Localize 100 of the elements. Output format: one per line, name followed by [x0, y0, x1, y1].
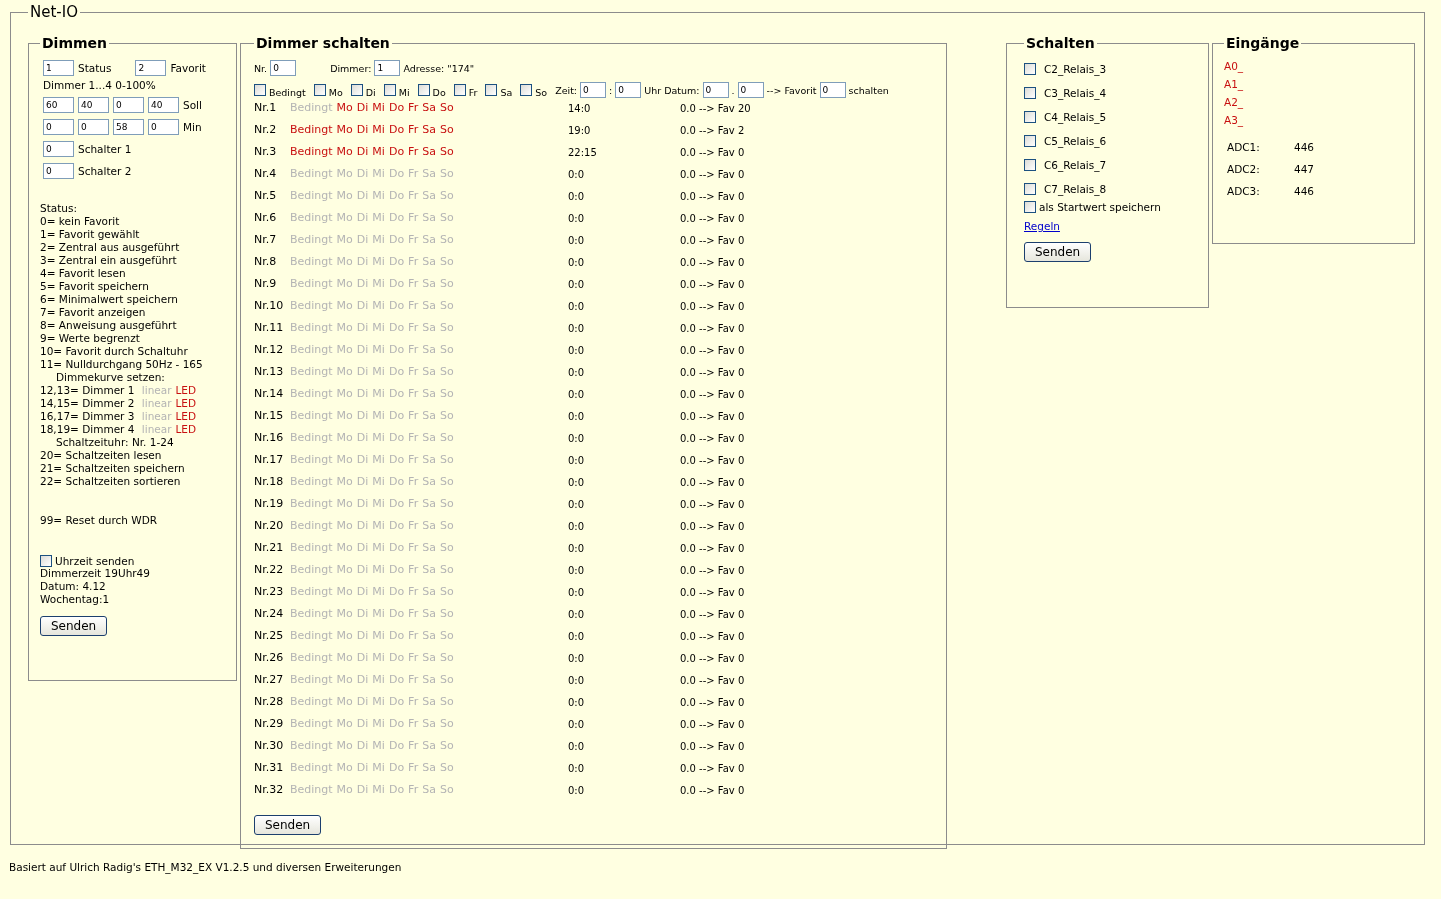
send-button[interactable]: Senden: [40, 616, 108, 636]
checkbox[interactable]: [1023, 183, 1036, 195]
send-button[interactable]: Senden: [253, 815, 322, 835]
day-label: Sa: [422, 365, 436, 378]
adc-label: ADC2:: [1226, 163, 1261, 177]
value-field[interactable]: 40: [148, 97, 179, 113]
checkbox[interactable]: [453, 84, 466, 96]
checkbox-label: Uhrzeit senden: [55, 555, 135, 567]
rules-link[interactable]: Regeln: [1023, 220, 1060, 232]
row-number: Nr.3: [253, 145, 278, 158]
value-field[interactable]: 0: [737, 82, 764, 98]
day-label: Mo: [336, 651, 353, 664]
section-title: Dimmer schalten: [254, 35, 391, 51]
checkbox[interactable]: [417, 84, 430, 96]
checkbox[interactable]: [1023, 63, 1036, 75]
value-field[interactable]: 0: [148, 119, 179, 135]
day-label: Di: [356, 255, 369, 268]
day-label: Do: [388, 497, 405, 510]
value-field[interactable]: 0: [43, 163, 74, 179]
day-label: Bedingt: [289, 585, 333, 598]
checkbox[interactable]: [383, 84, 396, 96]
value-field[interactable]: 0: [580, 82, 607, 98]
checkbox[interactable]: [485, 84, 498, 96]
checkbox[interactable]: [253, 84, 266, 96]
value-field[interactable]: 0: [43, 119, 74, 135]
time-value: 0:0: [567, 432, 586, 444]
status-line: 22= Schaltzeiten sortieren: [40, 475, 182, 488]
value-field[interactable]: 2: [135, 60, 167, 76]
curve-option[interactable]: LED: [175, 423, 197, 435]
day-label: So: [439, 233, 454, 246]
value-field[interactable]: 1: [374, 60, 401, 76]
value-field[interactable]: 0: [113, 97, 144, 113]
day-label: Bedingt: [289, 101, 333, 114]
value-field[interactable]: 0: [819, 82, 846, 98]
day-label: Fr: [408, 365, 419, 378]
row-number: Nr.32: [253, 783, 285, 796]
day-label: Mi: [372, 717, 385, 730]
checkbox[interactable]: [350, 84, 363, 96]
value-field[interactable]: 60: [43, 97, 74, 113]
value-field[interactable]: 0: [702, 82, 729, 98]
value-field[interactable]: 40: [78, 97, 109, 113]
day-label: Mo: [336, 541, 353, 554]
value-field[interactable]: 0: [43, 141, 74, 157]
section-title: Dimmen: [41, 35, 109, 51]
day-label: Do: [388, 277, 405, 290]
day-label: Fr: [408, 189, 419, 202]
day-label: Do: [388, 673, 405, 686]
section-title: Schalten: [1024, 35, 1096, 51]
checkbox[interactable]: [1023, 135, 1036, 147]
day-label: Mo: [336, 739, 353, 752]
day-label: Mi: [372, 167, 385, 180]
day-label: Di: [356, 761, 369, 774]
value-field[interactable]: 1: [43, 60, 74, 76]
checkbox[interactable]: [1023, 111, 1036, 123]
row-number: Nr.9: [253, 277, 278, 290]
day-label: Bedingt: [289, 651, 333, 664]
status-line: 18,19= Dimmer 4: [40, 423, 135, 435]
checkbox[interactable]: [40, 555, 52, 567]
day-label: Do: [388, 145, 405, 158]
day-label: Mi: [372, 321, 385, 334]
target-value: 0.0 --> Fav 0: [679, 498, 745, 510]
time-value: 0:0: [567, 718, 586, 730]
day-label: Mo: [336, 233, 353, 246]
checkbox[interactable]: [1023, 201, 1036, 213]
day-label: Di: [356, 277, 369, 290]
day-label: Di: [356, 233, 369, 246]
checkbox[interactable]: [313, 84, 326, 96]
checkbox-label: Mo: [328, 87, 343, 98]
day-label: Do: [388, 541, 405, 554]
day-label: Di: [356, 739, 369, 752]
curve-option[interactable]: LED: [175, 397, 197, 409]
value-field[interactable]: 0: [615, 82, 642, 98]
row-number: Nr.12: [253, 343, 285, 356]
day-label: Sa: [422, 277, 436, 290]
row-number: Nr.23: [253, 585, 285, 598]
target-value: 0.0 --> Fav 0: [679, 520, 745, 532]
curve-option[interactable]: LED: [175, 384, 197, 396]
day-label: Mo: [336, 211, 353, 224]
info-line: Dimmerzeit 19Uhr49: [40, 567, 151, 580]
send-button[interactable]: Senden: [1023, 242, 1092, 262]
time-value: 0:0: [567, 454, 586, 466]
checkbox[interactable]: [1023, 87, 1036, 99]
time-value: 0:0: [567, 212, 586, 224]
status-line: 20= Schaltzeiten lesen: [40, 449, 163, 462]
day-label: Bedingt: [289, 387, 333, 400]
value-field[interactable]: 0: [78, 119, 109, 135]
day-label: So: [439, 673, 454, 686]
target-value: 0.0 --> Fav 0: [679, 740, 745, 752]
day-label: So: [439, 145, 454, 158]
form-label: :: [609, 84, 613, 96]
day-label: Sa: [422, 563, 436, 576]
target-value: 0.0 --> Fav 0: [679, 784, 745, 796]
value-field[interactable]: 0: [270, 60, 297, 76]
checkbox[interactable]: [520, 84, 533, 96]
value-field[interactable]: 58: [113, 119, 144, 135]
form-label: Zeit:: [555, 84, 578, 96]
day-label: Mo: [336, 629, 353, 642]
checkbox[interactable]: [1023, 159, 1036, 171]
curve-option[interactable]: LED: [175, 410, 197, 422]
field-label: Favorit: [170, 62, 206, 74]
